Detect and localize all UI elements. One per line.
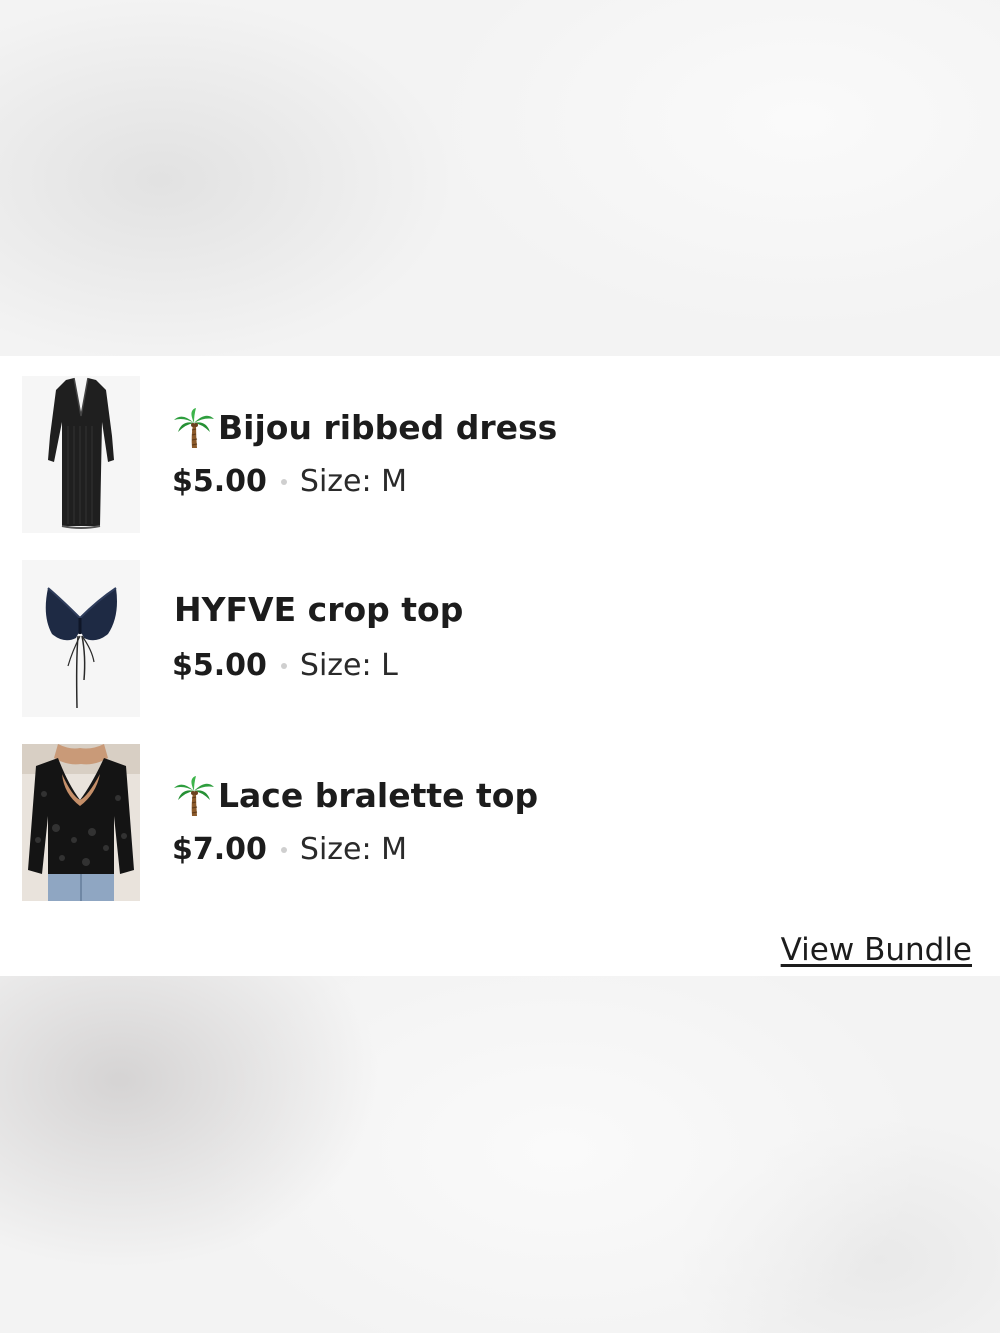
bundle-item[interactable]: Lace bralette top $7.00 Size: M bbox=[0, 744, 1000, 904]
view-bundle-link[interactable]: View Bundle bbox=[781, 930, 972, 970]
dress-image bbox=[22, 376, 140, 533]
item-title[interactable]: HYFVE crop top bbox=[174, 590, 463, 630]
item-meta: $5.00 Size: L bbox=[172, 648, 398, 684]
item-title-row[interactable]: HYFVE crop top bbox=[174, 590, 463, 630]
item-size: Size: L bbox=[299, 648, 398, 683]
item-meta: $5.00 Size: M bbox=[172, 464, 407, 500]
item-title-row[interactable]: Lace bralette top bbox=[172, 774, 538, 818]
separator-dot bbox=[280, 847, 287, 853]
crop-top-image bbox=[22, 560, 140, 717]
palm-tree-icon bbox=[172, 406, 216, 450]
item-thumbnail[interactable] bbox=[22, 744, 140, 901]
item-size: Size: M bbox=[299, 464, 408, 499]
bundle-card: Bijou ribbed dress $5.00 Size: M HYFVE c bbox=[0, 356, 1000, 976]
item-thumbnail[interactable] bbox=[22, 376, 140, 533]
palm-tree-icon bbox=[172, 774, 216, 818]
item-price: $5.00 bbox=[172, 648, 267, 683]
bundle-item[interactable]: HYFVE crop top $5.00 Size: L bbox=[0, 560, 1000, 720]
item-title[interactable]: Lace bralette top bbox=[218, 776, 538, 816]
item-size: Size: M bbox=[299, 832, 408, 867]
item-title[interactable]: Bijou ribbed dress bbox=[218, 408, 557, 448]
item-price: $7.00 bbox=[172, 832, 267, 867]
separator-dot bbox=[280, 663, 287, 669]
item-meta: $7.00 Size: M bbox=[172, 832, 407, 868]
item-thumbnail[interactable] bbox=[22, 560, 140, 717]
separator-dot bbox=[280, 479, 287, 485]
bundle-item[interactable]: Bijou ribbed dress $5.00 Size: M bbox=[0, 376, 1000, 536]
item-price: $5.00 bbox=[172, 464, 267, 499]
item-title-row[interactable]: Bijou ribbed dress bbox=[172, 406, 557, 450]
bralette-image bbox=[22, 744, 140, 901]
